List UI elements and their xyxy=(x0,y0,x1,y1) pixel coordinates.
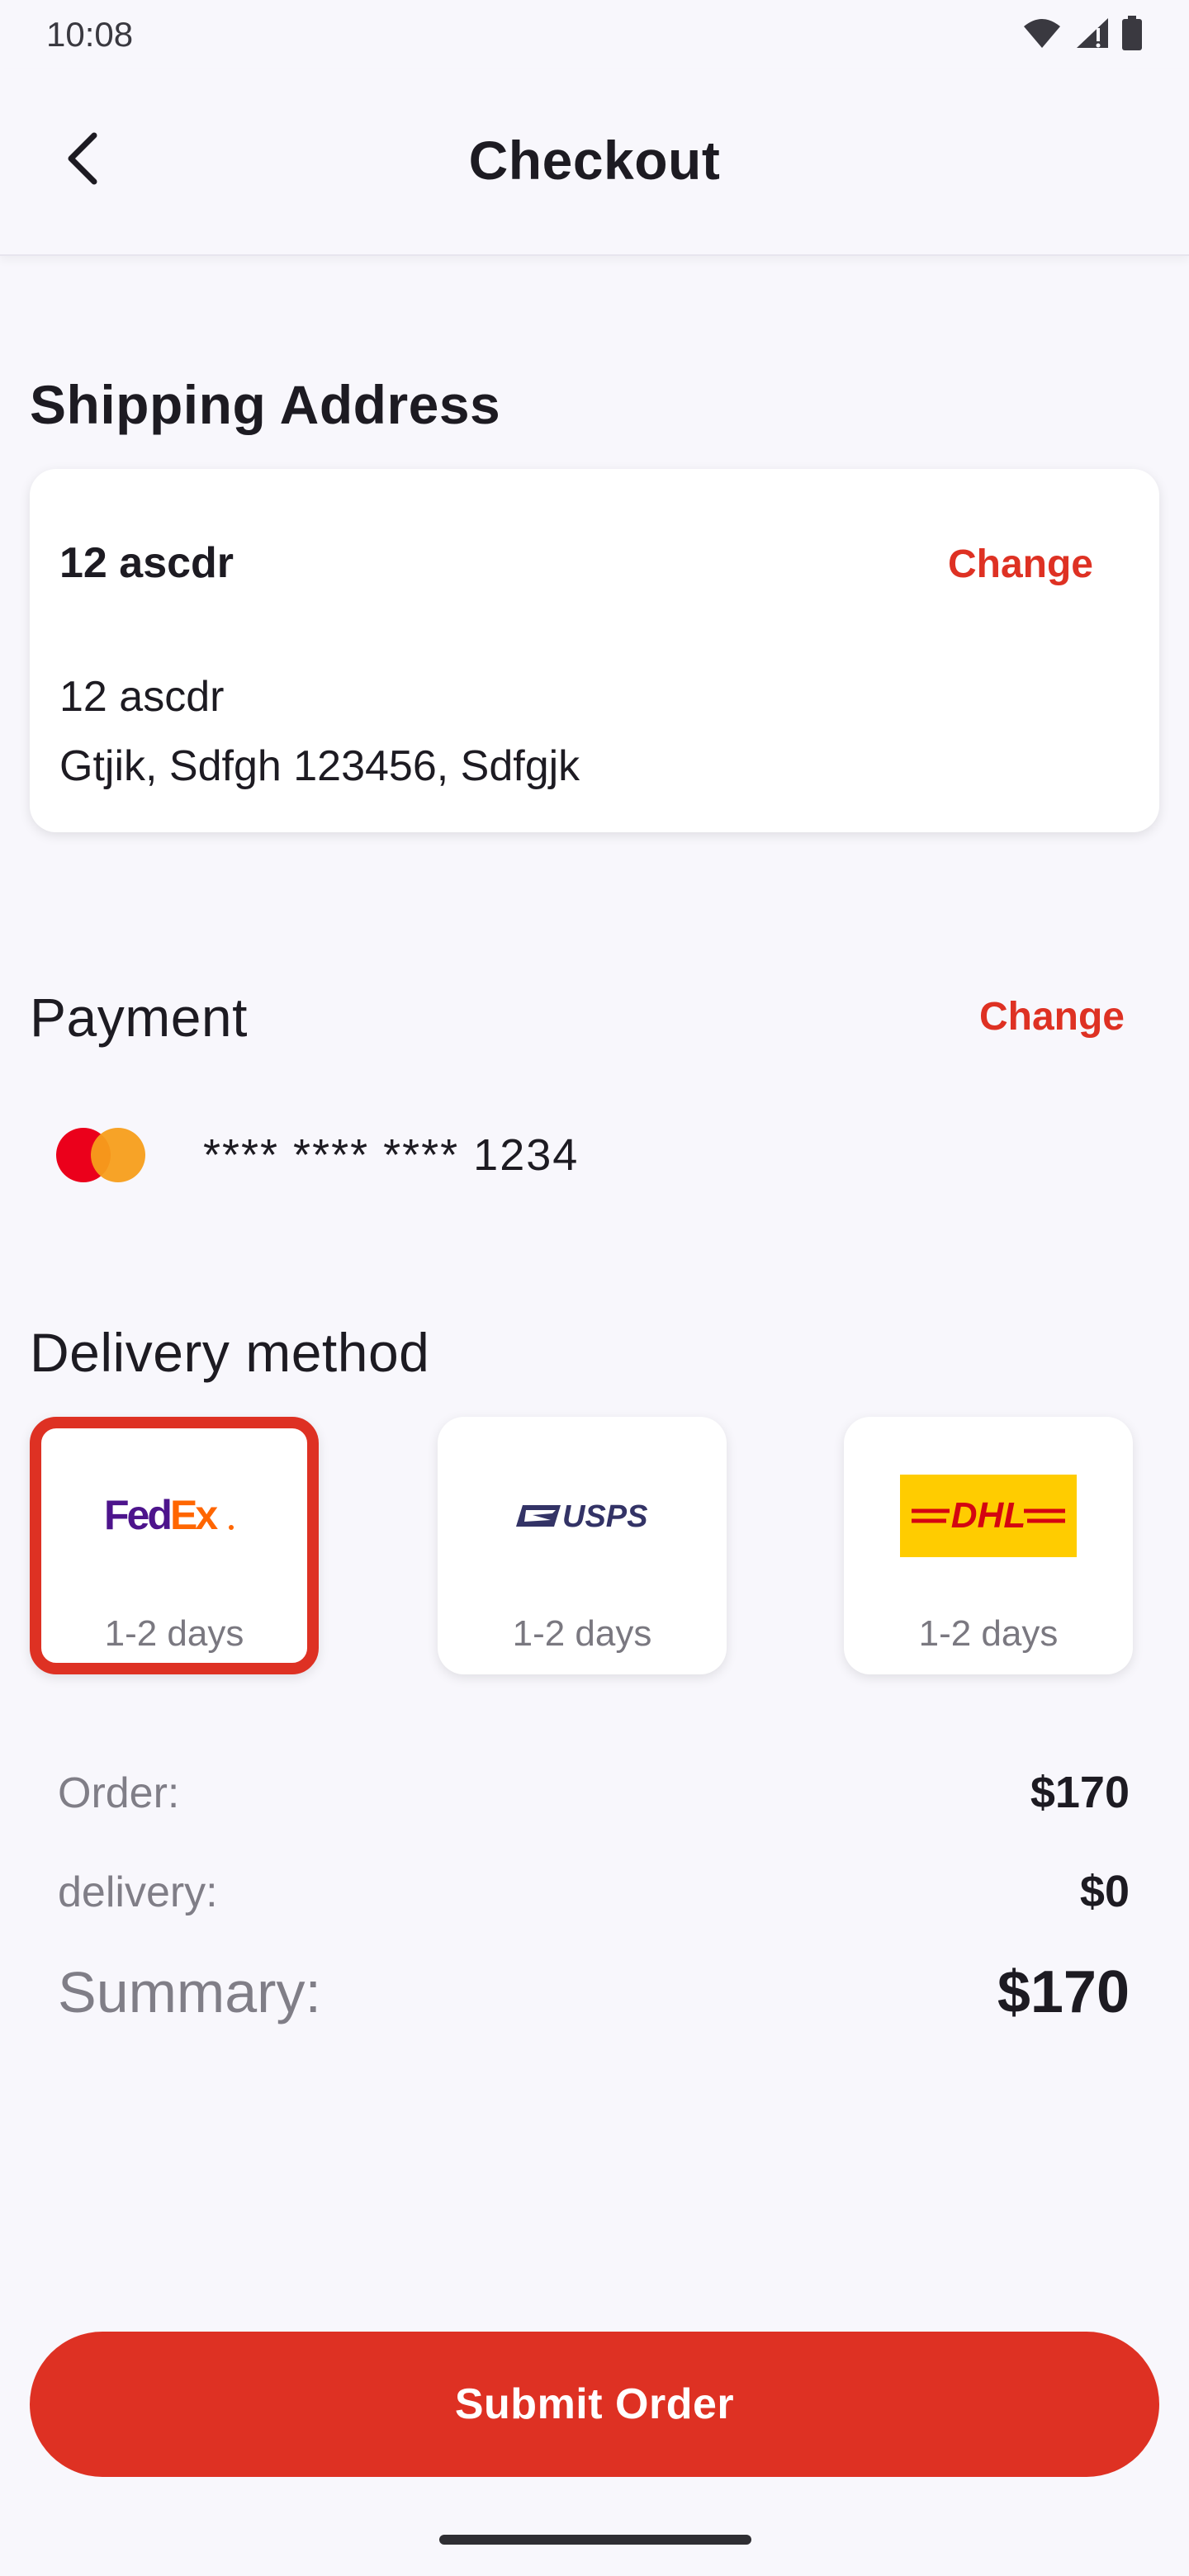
app-bar: Checkout xyxy=(0,69,1189,256)
order-row: Order: $170 xyxy=(58,1767,1130,1818)
page-title: Checkout xyxy=(468,130,721,191)
fedex-logo: Fed Ex xyxy=(41,1475,307,1557)
svg-text:DHL: DHL xyxy=(951,1495,1026,1536)
address-line-1: 12 ascdr xyxy=(59,673,225,721)
delivery-option-usps[interactable]: USPS 1-2 days xyxy=(438,1417,727,1674)
payment-section-title: Payment xyxy=(30,987,248,1048)
delivery-option-dhl[interactable]: DHL 1-2 days xyxy=(844,1417,1133,1674)
address-line-2: Gtjik, Sdfgh 123456, Sdfgjk xyxy=(59,742,580,790)
dhl-logo: DHL xyxy=(844,1475,1133,1557)
change-address-link[interactable]: Change xyxy=(948,542,1093,587)
usps-logo: USPS xyxy=(438,1475,727,1557)
delivery-option-fedex[interactable]: Fed Ex 1-2 days xyxy=(30,1417,319,1674)
wifi-icon xyxy=(1022,17,1062,54)
mastercard-icon xyxy=(56,1128,145,1182)
summary-row: Summary: $170 xyxy=(58,1958,1130,2026)
submit-order-button[interactable]: Submit Order xyxy=(30,2332,1159,2477)
status-time: 10:08 xyxy=(46,15,134,54)
delivery-days: 1-2 days xyxy=(512,1613,652,1654)
delivery-days: 1-2 days xyxy=(104,1613,244,1654)
delivery-label: delivery: xyxy=(58,1868,218,1916)
status-bar: 10:08 xyxy=(0,0,1189,69)
summary-value: $170 xyxy=(997,1959,1130,2025)
delivery-row: delivery: $0 xyxy=(58,1866,1130,1917)
address-name: 12 ascdr xyxy=(59,539,234,587)
order-value: $170 xyxy=(1030,1768,1130,1817)
status-icons xyxy=(1022,15,1143,54)
shipping-section-title: Shipping Address xyxy=(30,374,501,435)
card-number: **** **** **** 1234 xyxy=(203,1130,580,1180)
delivery-value: $0 xyxy=(1079,1867,1130,1916)
battery-icon xyxy=(1121,15,1143,54)
change-payment-link[interactable]: Change xyxy=(979,994,1125,1039)
payment-card-row: **** **** **** 1234 xyxy=(56,1128,579,1182)
cell-signal-icon xyxy=(1073,17,1110,54)
svg-text:Fed: Fed xyxy=(104,1492,170,1538)
delivery-days: 1-2 days xyxy=(918,1613,1059,1654)
shipping-address-card: 12 ascdr Change 12 ascdr Gtjik, Sdfgh 12… xyxy=(30,469,1159,832)
home-indicator[interactable] xyxy=(439,2535,751,2545)
order-label: Order: xyxy=(58,1769,180,1817)
summary-label: Summary: xyxy=(58,1960,321,2024)
svg-text:Ex: Ex xyxy=(170,1492,218,1538)
svg-text:USPS: USPS xyxy=(562,1499,647,1534)
delivery-section-title: Delivery method xyxy=(30,1322,430,1383)
